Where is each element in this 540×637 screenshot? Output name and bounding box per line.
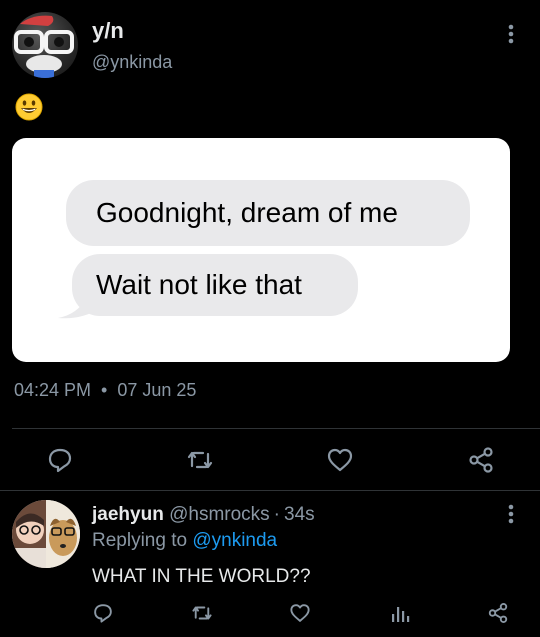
more-options-icon[interactable] [502, 22, 520, 46]
reply-time-separator: · [273, 504, 280, 525]
reply-icon[interactable] [46, 446, 74, 474]
share-icon[interactable] [487, 602, 509, 624]
message-bubble: Wait not like that [72, 254, 358, 316]
timestamp: 04:24 PM • 07 Jun 25 [14, 380, 196, 401]
reply-more-options-icon[interactable] [502, 502, 520, 526]
tweet-time: 04:24 PM [14, 380, 92, 400]
divider [0, 490, 540, 491]
retweet-icon[interactable] [191, 602, 213, 624]
replying-to: Replying to @ynkinda [92, 530, 277, 552]
reply-text: WHAT IN THE WORLD?? [92, 566, 311, 587]
replying-prefix: Replying to [92, 530, 188, 551]
tweet-date: 07 Jun 25 [117, 380, 197, 400]
grinning-face-icon [14, 92, 44, 122]
reply-avatar[interactable] [12, 500, 80, 568]
reply-display-name[interactable]: jaehyun [92, 504, 164, 525]
reply-header: jaehyun @hsmrocks · 34s [92, 504, 315, 526]
analytics-icon[interactable] [389, 602, 411, 624]
tweet-image[interactable]: Goodnight, dream of me Wait not like tha… [12, 138, 510, 362]
like-icon[interactable] [289, 602, 311, 624]
share-icon[interactable] [467, 446, 495, 474]
avatar[interactable] [12, 12, 78, 78]
like-icon[interactable] [326, 446, 354, 474]
reply-handle[interactable]: @hsmrocks [169, 504, 270, 525]
reply-time: 34s [284, 504, 315, 525]
replying-mention-link[interactable]: @ynkinda [192, 530, 277, 551]
reply-icon[interactable] [92, 602, 114, 624]
divider [12, 428, 540, 429]
display-name[interactable]: y/n [92, 18, 124, 44]
retweet-icon[interactable] [186, 446, 214, 474]
handle[interactable]: @ynkinda [92, 52, 172, 73]
meta-separator: • [101, 380, 108, 400]
message-bubble: Goodnight, dream of me [66, 180, 470, 246]
